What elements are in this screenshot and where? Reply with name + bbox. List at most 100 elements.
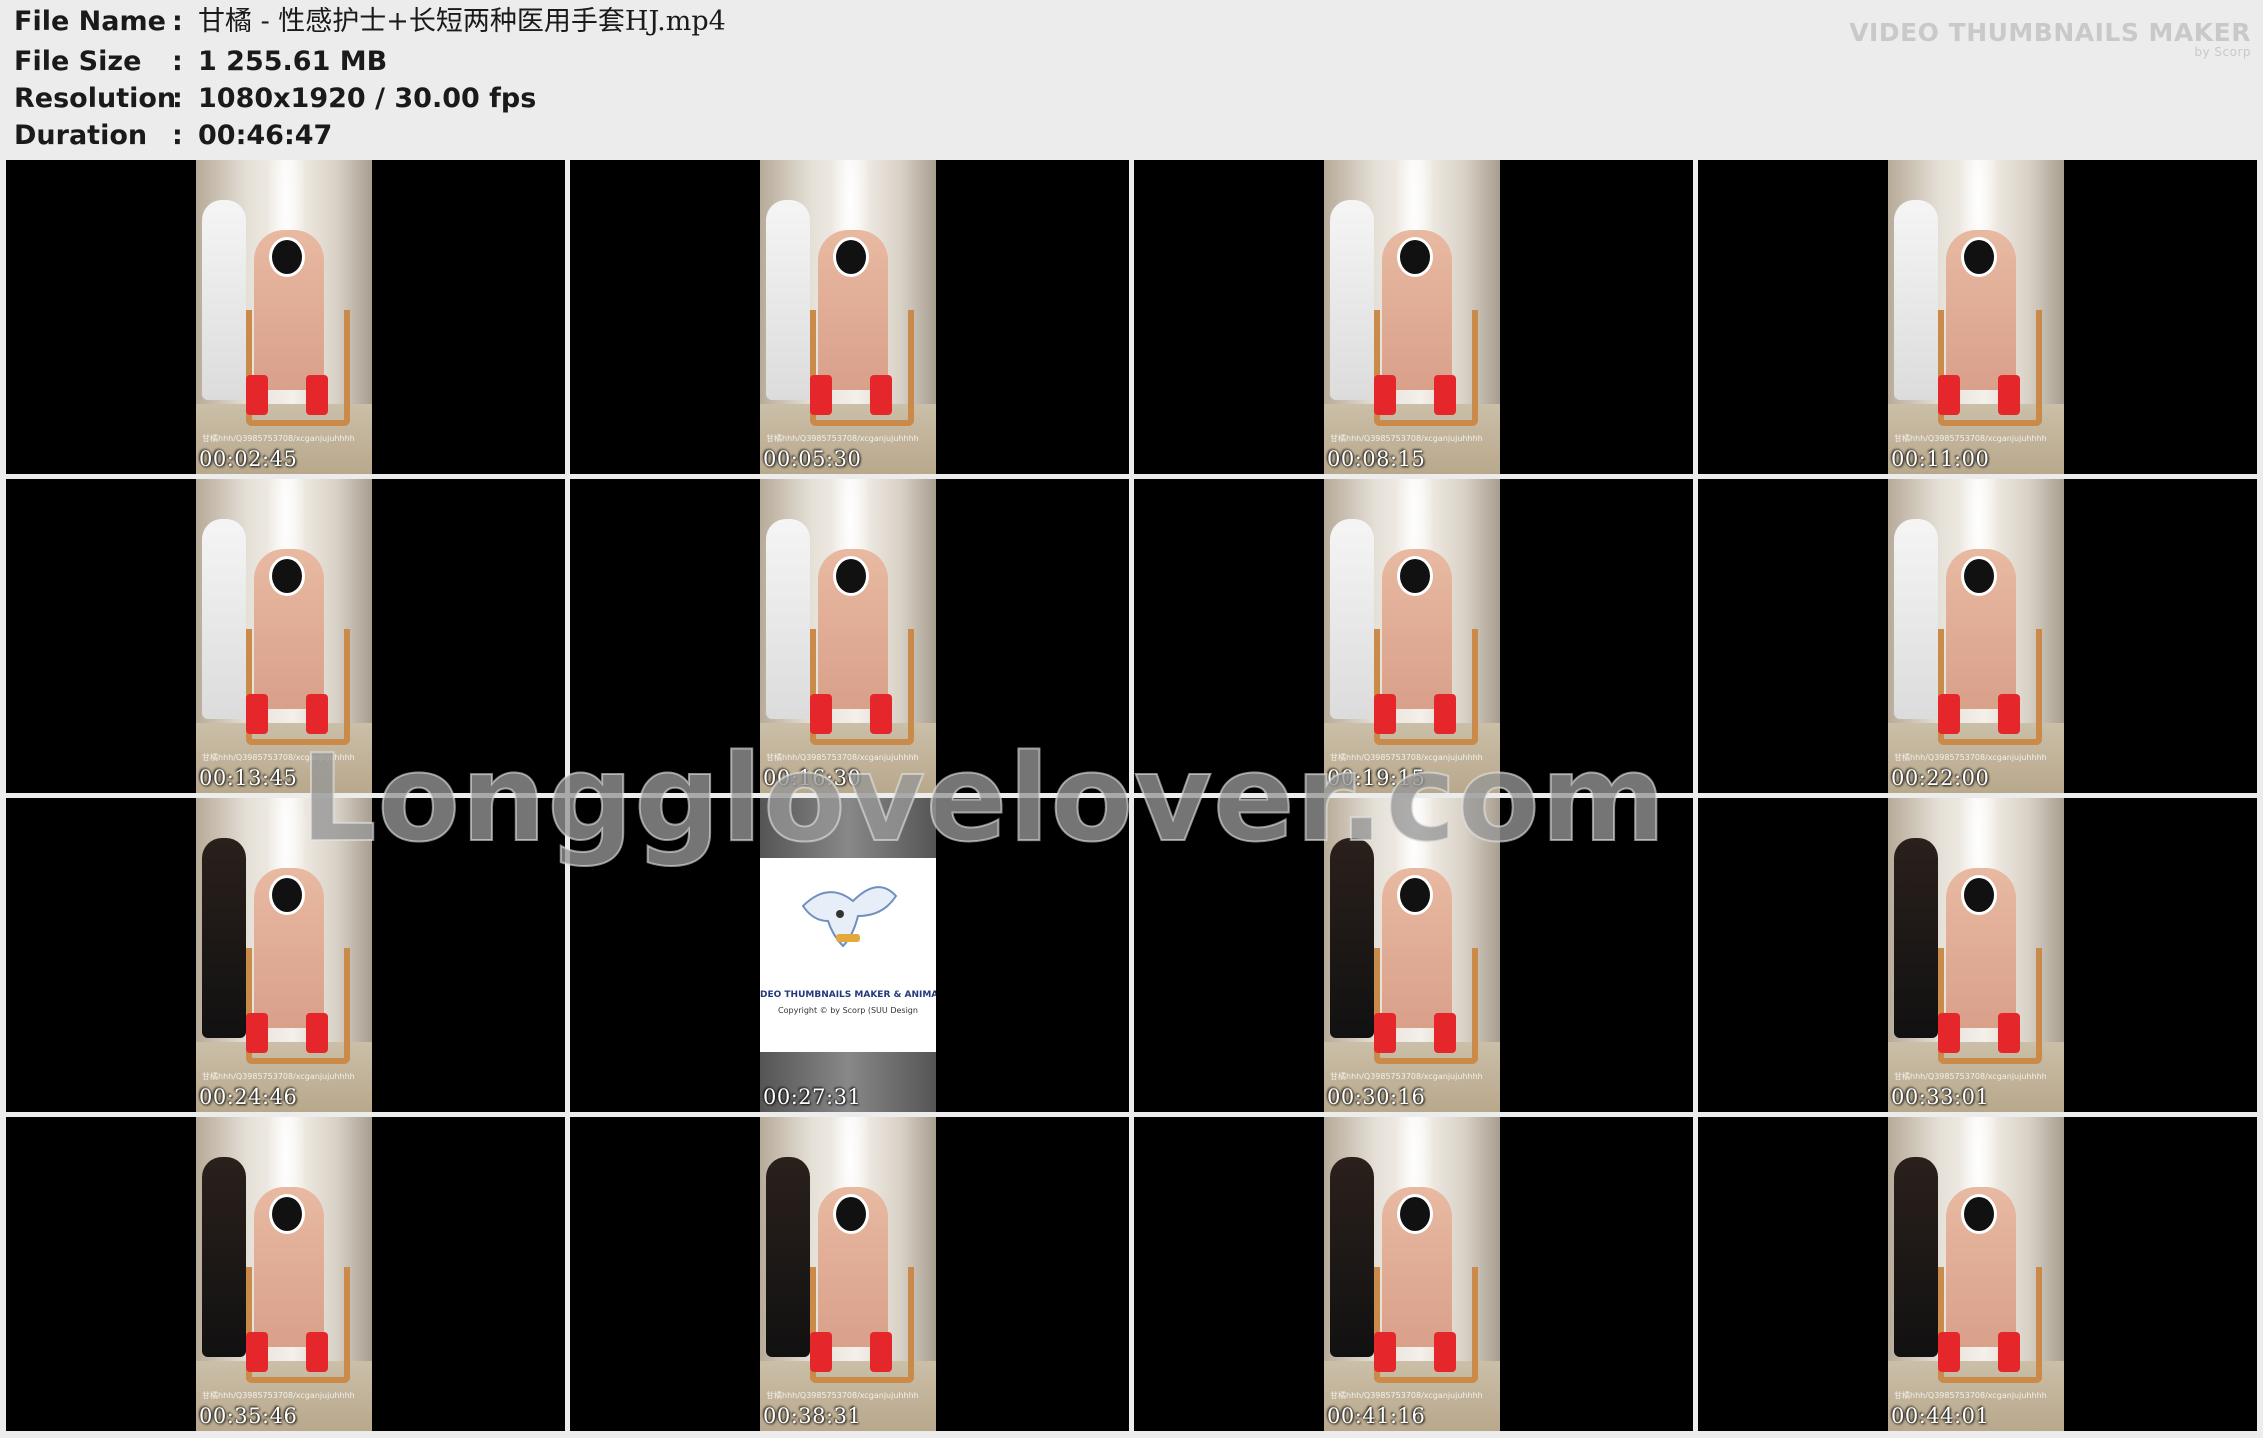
- companion-figure: [1894, 838, 1938, 1038]
- thumbnail-cell[interactable]: 甘橘hhh/Q3985753708/xcganjujuhhhh 00:30:16: [1134, 798, 1693, 1112]
- thumbnail-watermark: 甘橘hhh/Q3985753708/xcganjujuhhhh: [766, 1391, 919, 1400]
- logo-copyright: Copyright © by Scorp (SUU Design: [778, 1006, 918, 1015]
- companion-figure: [1330, 519, 1374, 719]
- thumbnail-timestamp: 00:11:00: [1891, 447, 1990, 471]
- companion-figure: [766, 200, 810, 400]
- thumbnail-frame: 甘橘hhh/Q3985753708/xcganjujuhhhh: [760, 479, 936, 793]
- thumbnail-timestamp: 00:35:46: [199, 1404, 298, 1428]
- thumbnail-cell[interactable]: 甘橘hhh/Q3985753708/xcganjujuhhhh 00:13:45: [6, 479, 565, 793]
- companion-figure: [766, 1157, 810, 1357]
- thumbnail-cell[interactable]: 甘橘hhh/Q3985753708/xcganjujuhhhh 00:44:01: [1698, 1117, 2257, 1431]
- masked-head: [272, 559, 302, 593]
- thumbnail-timestamp: 00:27:31: [763, 1085, 862, 1109]
- thumbnail-frame: 甘橘hhh/Q3985753708/xcganjujuhhhh: [1324, 160, 1500, 474]
- thumbnail-cell[interactable]: 甘橘hhh/Q3985753708/xcganjujuhhhh 00:16:30: [570, 479, 1129, 793]
- red-binding: [870, 694, 892, 734]
- file-name-label: File Name: [14, 6, 166, 37]
- thumbnail-timestamp: 00:38:31: [763, 1404, 862, 1428]
- thumbnail-watermark: 甘橘hhh/Q3985753708/xcganjujuhhhh: [1330, 434, 1483, 443]
- file-name-value: 甘橘 - 性感护士+长短两种医用手套HJ.mp4: [198, 6, 726, 37]
- masked-head: [1400, 1197, 1430, 1231]
- masked-head: [1400, 559, 1430, 593]
- red-binding: [810, 375, 832, 415]
- duration-row: Duration:00:46:47: [14, 118, 332, 154]
- thumbnail-timestamp: 00:13:45: [199, 766, 298, 790]
- thumbnail-frame: 甘橘hhh/Q3985753708/xcganjujuhhhh: [760, 1117, 936, 1431]
- thumbnail-timestamp: 00:19:15: [1327, 766, 1426, 790]
- thumbnail-watermark: 甘橘hhh/Q3985753708/xcganjujuhhhh: [202, 753, 355, 762]
- masked-head: [836, 1197, 866, 1231]
- thumbnail-frame: 甘橘hhh/Q3985753708/xcganjujuhhhh: [196, 1117, 372, 1431]
- red-binding: [1374, 1013, 1396, 1053]
- thumbnail-cell[interactable]: 甘橘hhh/Q3985753708/xcganjujuhhhh 00:08:15: [1134, 160, 1693, 474]
- masked-head: [1400, 240, 1430, 274]
- companion-figure: [202, 200, 246, 400]
- companion-figure: [1894, 1157, 1938, 1357]
- thumbnail-frame: 甘橘hhh/Q3985753708/xcganjujuhhhh: [196, 160, 372, 474]
- thumbnail-cell[interactable]: 甘橘hhh/Q3985753708/xcganjujuhhhh 00:38:31: [570, 1117, 1129, 1431]
- brand-by: by Scorp: [2194, 45, 2251, 59]
- thumbnail-timestamp: 00:05:30: [763, 447, 862, 471]
- thumbnail-frame: 甘橘hhh/Q3985753708/xcganjujuhhhh: [1324, 798, 1500, 1112]
- red-binding: [1434, 375, 1456, 415]
- thumbnail-cell[interactable]: 甘橘hhh/Q3985753708/xcganjujuhhhh 00:24:46: [6, 798, 565, 1112]
- thumbnail-cell[interactable]: 甘橘hhh/Q3985753708/xcganjujuhhhh 00:05:30: [570, 160, 1129, 474]
- red-binding: [306, 694, 328, 734]
- red-binding: [1374, 694, 1396, 734]
- companion-figure: [1894, 519, 1938, 719]
- duration-label: Duration: [14, 120, 148, 151]
- red-binding: [1938, 694, 1960, 734]
- thumbnail-watermark: 甘橘hhh/Q3985753708/xcganjujuhhhh: [1894, 753, 2047, 762]
- red-binding: [246, 1332, 268, 1372]
- thumbnail-frame: DEO THUMBNAILS MAKER & ANIMA Copyright © …: [760, 798, 936, 1112]
- masked-head: [836, 559, 866, 593]
- thumbnail-timestamp: 00:08:15: [1327, 447, 1426, 471]
- thumbnail-timestamp: 00:33:01: [1891, 1085, 1990, 1109]
- thumbnail-watermark: 甘橘hhh/Q3985753708/xcganjujuhhhh: [766, 753, 919, 762]
- red-binding: [1938, 375, 1960, 415]
- thumbnail-cell[interactable]: 甘橘hhh/Q3985753708/xcganjujuhhhh 00:41:16: [1134, 1117, 1693, 1431]
- thumbnail-grid: 甘橘hhh/Q3985753708/xcganjujuhhhh 00:02:45 甘…: [6, 160, 2258, 1434]
- duration-value: 00:46:47: [198, 120, 333, 151]
- red-binding: [1938, 1332, 1960, 1372]
- thumbnail-watermark: 甘橘hhh/Q3985753708/xcganjujuhhhh: [766, 434, 919, 443]
- companion-figure: [1894, 200, 1938, 400]
- red-binding: [306, 1013, 328, 1053]
- red-binding: [810, 1332, 832, 1372]
- masked-head: [1964, 878, 1994, 912]
- red-binding: [1374, 375, 1396, 415]
- thumbnail-frame: 甘橘hhh/Q3985753708/xcganjujuhhhh: [760, 160, 936, 474]
- thumbnail-watermark: 甘橘hhh/Q3985753708/xcganjujuhhhh: [202, 1072, 355, 1081]
- thumbnail-timestamp: 00:41:16: [1327, 1404, 1426, 1428]
- masked-head: [272, 240, 302, 274]
- red-binding: [1434, 1013, 1456, 1053]
- red-binding: [1434, 1332, 1456, 1372]
- thumbnail-cell[interactable]: 甘橘hhh/Q3985753708/xcganjujuhhhh 00:22:00: [1698, 479, 2257, 793]
- thumbnail-watermark: 甘橘hhh/Q3985753708/xcganjujuhhhh: [1894, 1391, 2047, 1400]
- companion-figure: [1330, 1157, 1374, 1357]
- thumbnail-cell[interactable]: 甘橘hhh/Q3985753708/xcganjujuhhhh 00:33:01: [1698, 798, 2257, 1112]
- frame-band: [760, 798, 936, 858]
- thumbnail-timestamp: 00:44:01: [1891, 1404, 1990, 1428]
- brand-logo: VIDEO THUMBNAILS MAKER by Scorp: [1849, 18, 2251, 59]
- thumbnail-cell[interactable]: 甘橘hhh/Q3985753708/xcganjujuhhhh 00:35:46: [6, 1117, 565, 1431]
- red-binding: [870, 1332, 892, 1372]
- thumbnail-cell[interactable]: DEO THUMBNAILS MAKER & ANIMA Copyright © …: [570, 798, 1129, 1112]
- red-binding: [306, 375, 328, 415]
- masked-head: [1400, 878, 1430, 912]
- colon: :: [172, 6, 183, 37]
- masked-head: [1964, 240, 1994, 274]
- thumbnail-cell[interactable]: 甘橘hhh/Q3985753708/xcganjujuhhhh 00:19:15: [1134, 479, 1693, 793]
- file-name-row: File Name: 甘橘 - 性感护士+长短两种医用手套HJ.mp4: [14, 4, 726, 40]
- thumbnail-cell[interactable]: 甘橘hhh/Q3985753708/xcganjujuhhhh 00:02:45: [6, 160, 565, 474]
- red-binding: [306, 1332, 328, 1372]
- red-binding: [810, 694, 832, 734]
- thumbnail-cell[interactable]: 甘橘hhh/Q3985753708/xcganjujuhhhh 00:11:00: [1698, 160, 2257, 474]
- thumbnail-watermark: 甘橘hhh/Q3985753708/xcganjujuhhhh: [1330, 1391, 1483, 1400]
- thumbnail-frame: 甘橘hhh/Q3985753708/xcganjujuhhhh: [1324, 1117, 1500, 1431]
- resolution-value: 1080x1920 / 30.00 fps: [198, 83, 537, 114]
- masked-head: [272, 878, 302, 912]
- red-binding: [246, 694, 268, 734]
- companion-figure: [1330, 200, 1374, 400]
- file-size-value: 1 255.61 MB: [198, 46, 388, 77]
